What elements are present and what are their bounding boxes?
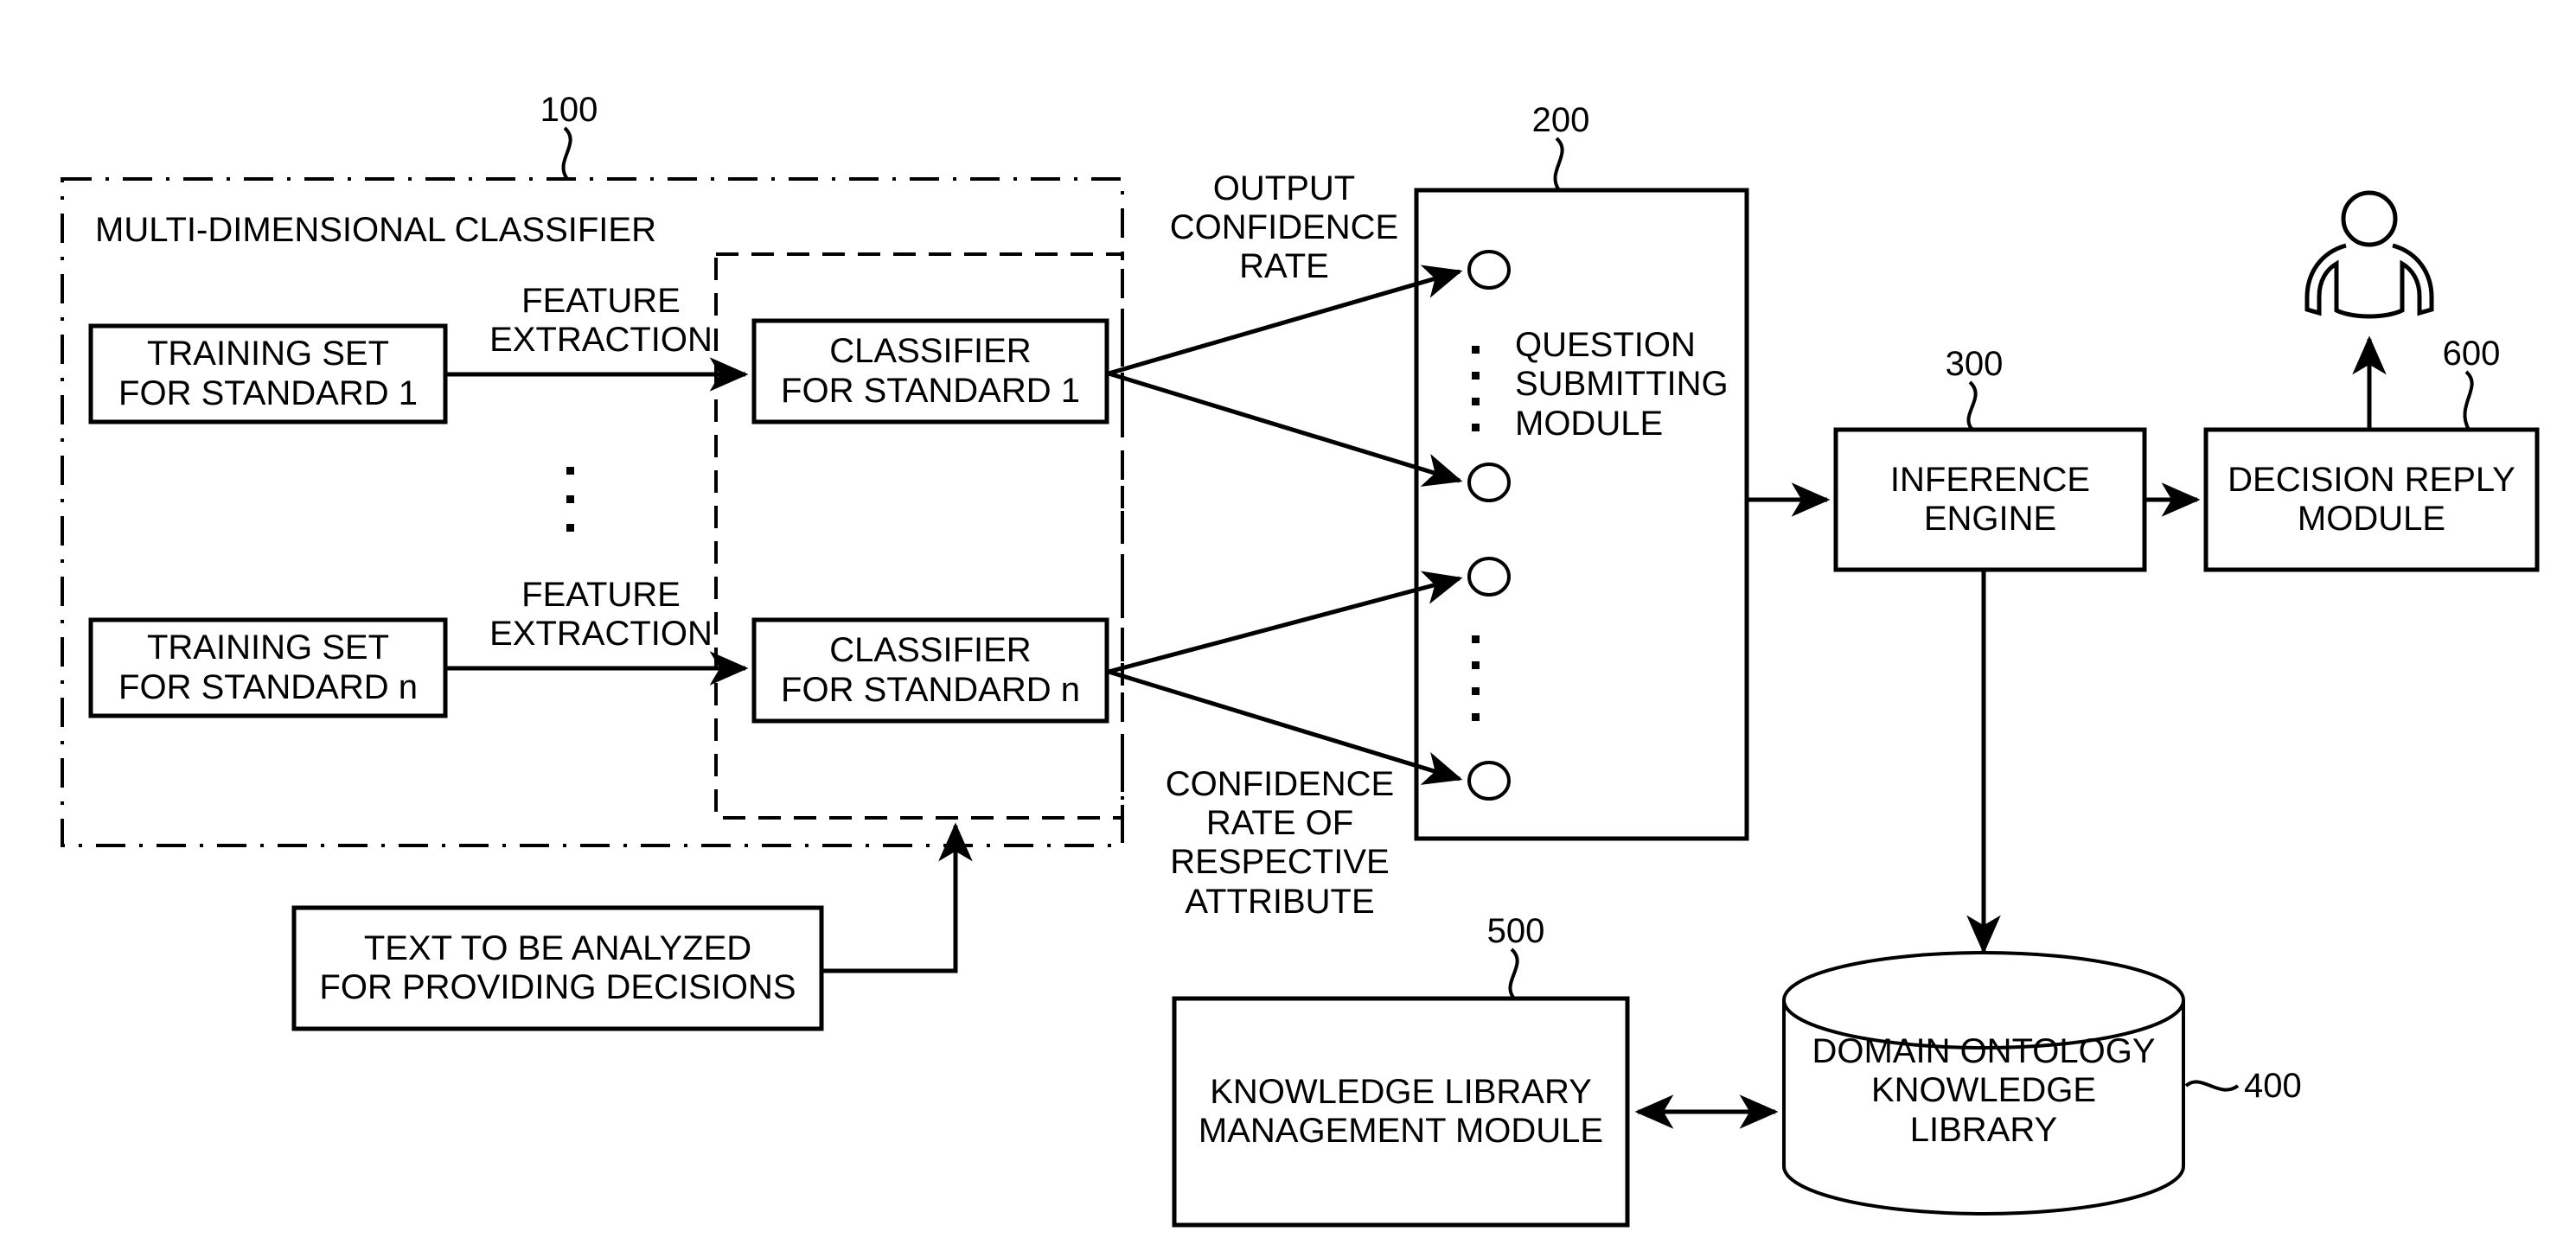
feature-extraction-bottom-label: FEATURE EXTRACTION [489,576,713,654]
leader-600 [2463,370,2474,431]
module-ellipsis-dot [1472,346,1480,354]
ref-numeral-400: 400 [2244,1067,2302,1105]
module-ellipsis-dot [1472,635,1480,643]
module-port-2 [1467,463,1511,502]
ref-numeral-100: 100 [540,91,598,129]
leader-300 [1966,380,1978,431]
module-ellipsis-dot [1472,661,1480,669]
arrow-classifier1-to-port1 [1108,265,1463,376]
leader-400 [2184,1080,2240,1092]
ref-numeral-300: 300 [1945,345,2004,383]
decision-reply-module-label: DECISION REPLY MODULE [2228,460,2515,538]
arrow-classifiern-to-port3 [1108,571,1463,674]
domain-ontology-knowledge-library-label: DOMAIN ONTOLOGY KNOWLEDGE LIBRARY [1812,1032,2156,1149]
module-ellipsis-dot [1472,713,1480,721]
diagram-canvas: MULTI-DIMENSIONAL CLASSIFIER TRAINING SE… [0,0,2576,1257]
module-ellipsis-dot [1472,372,1480,380]
leader-500 [1508,948,1519,1000]
module-port-1 [1467,250,1511,290]
module-ellipsis-dot [1472,687,1480,695]
module-ellipsis-dot [1472,398,1480,405]
classifier-n-label: CLASSIFIER FOR STANDARD n [781,631,1080,709]
multi-dimensional-classifier-border [61,177,1124,847]
training-ellipsis-dot [566,495,574,503]
module-port-4 [1467,761,1511,801]
classifier-1-label: CLASSIFIER FOR STANDARD 1 [781,332,1080,410]
confidence-rate-respective-attribute-label: CONFIDENCE RATE OF RESPECTIVE ATTRIBUTE [1165,765,1395,921]
text-to-be-analyzed-label: TEXT TO BE ANALYZED FOR PROVIDING DECISI… [319,928,796,1006]
multi-dimensional-classifier-title: MULTI-DIMENSIONAL CLASSIFIER [95,211,656,249]
ref-numeral-200: 200 [1531,101,1590,139]
inference-engine-label: INFERENCE ENGINE [1889,460,2091,538]
module-ellipsis-dot [1472,424,1480,431]
training-set-1-label: TRAINING SET FOR STANDARD 1 [118,335,418,412]
ref-numeral-600: 600 [2442,335,2501,373]
feature-extraction-top-label: FEATURE EXTRACTION [489,282,713,360]
training-set-n-label: TRAINING SET FOR STANDARD n [118,628,418,706]
training-ellipsis-dot [566,524,574,532]
leader-100 [561,126,572,181]
knowledge-library-management-module-label: KNOWLEDGE LIBRARY MANAGEMENT MODULE [1198,1072,1604,1150]
arrow-classifier1-to-port2 [1108,371,1463,487]
question-submitting-module-label: QUESTION SUBMITTING MODULE [1515,326,1729,443]
arrow-classifiern-to-port4 [1108,669,1463,785]
ref-numeral-500: 500 [1486,912,1545,950]
arrow-text-to-classifier-group [821,822,973,973]
user-icon [2304,190,2434,319]
leader-200 [1553,137,1564,192]
output-confidence-rate-label: OUTPUT CONFIDENCE RATE [1169,169,1399,286]
module-port-3 [1467,557,1511,597]
training-ellipsis-dot [566,467,574,475]
question-submitting-module-box [1414,188,1749,841]
